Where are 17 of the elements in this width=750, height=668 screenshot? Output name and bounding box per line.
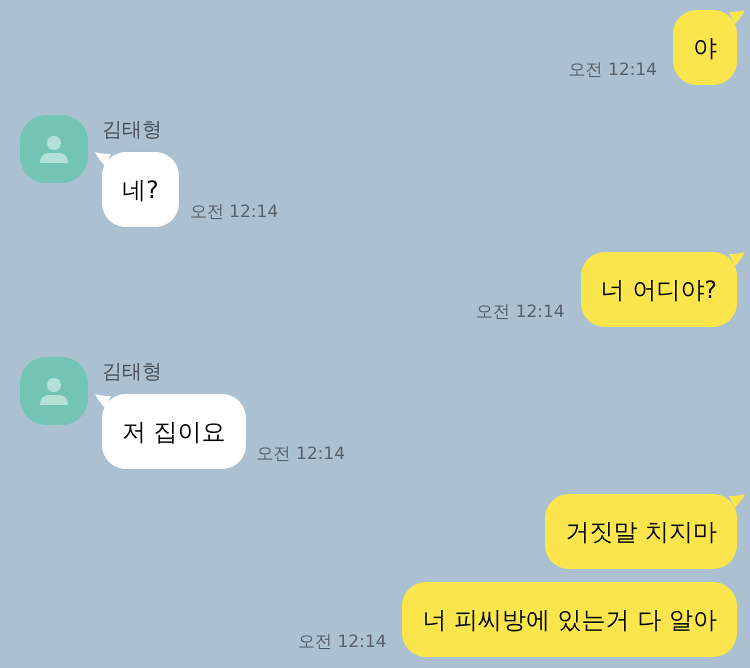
sender-name: 김태형 [102,116,163,143]
bubble-tail [729,494,745,508]
avatar[interactable] [20,357,88,425]
message-time: 오전 12:14 [298,631,386,653]
sender-name: 김태형 [102,358,163,385]
avatar[interactable] [20,115,88,183]
message-time: 오전 12:14 [256,443,346,465]
chat-bubble: 너 피씨방에 있는거 다 알아 [402,582,737,657]
bubble-tail [95,152,111,166]
person-icon [38,133,70,165]
bubble-tail [729,252,745,266]
person-icon [38,375,70,407]
bubble-tail [95,394,111,408]
bubble-tail [729,10,745,24]
message-time: 오전 12:14 [476,301,565,323]
message-time: 오전 12:14 [190,201,278,223]
message-time: 오전 12:14 [568,59,657,81]
